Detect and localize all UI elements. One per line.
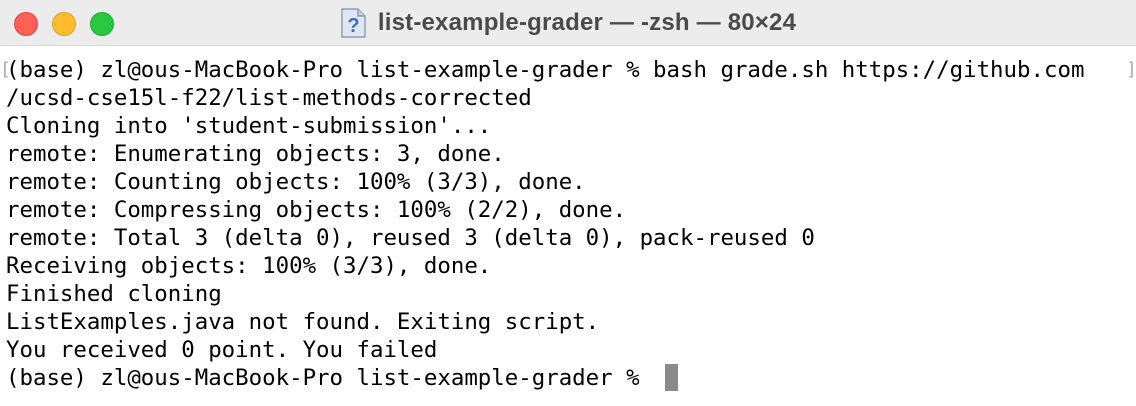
window-title-group: ? list-example-grader — -zsh — 80×24 xyxy=(0,0,1136,46)
line-mark-right: ] xyxy=(1126,59,1136,80)
terminal-line: (base) zl@ous-MacBook-Pro list-example-g… xyxy=(6,57,1085,83)
terminal-window: ? list-example-grader — -zsh — 80×24 [ (… xyxy=(0,0,1136,406)
prompt-text: (base) zl@ous-MacBook-Pro list-example-g… xyxy=(6,365,654,391)
terminal-line: Finished cloning xyxy=(6,281,222,307)
terminal-line: remote: Compressing objects: 100% (2/2),… xyxy=(6,197,627,223)
terminal-output[interactable]: [ (base) zl@ous-MacBook-Pro list-example… xyxy=(0,56,1136,406)
terminal-line: You received 0 point. You failed xyxy=(6,337,438,363)
svg-text:?: ? xyxy=(347,15,359,37)
window-title: list-example-grader — -zsh — 80×24 xyxy=(377,9,797,36)
terminal-line: Cloning into 'student-submission'... xyxy=(6,113,492,139)
terminal-line: Receiving objects: 100% (3/3), done. xyxy=(6,253,492,279)
terminal-line: remote: Counting objects: 100% (3/3), do… xyxy=(6,169,586,195)
terminal-line: /ucsd-cse15l-f22/list-methods-corrected xyxy=(6,85,532,111)
terminal-line: ListExamples.java not found. Exiting scr… xyxy=(6,309,600,335)
title-bar[interactable]: ? list-example-grader — -zsh — 80×24 xyxy=(0,0,1136,46)
text-cursor xyxy=(665,364,679,391)
terminal-line: remote: Total 3 (delta 0), reused 3 (del… xyxy=(6,225,815,251)
document-question-icon[interactable]: ? xyxy=(340,8,366,38)
terminal-line: remote: Enumerating objects: 3, done. xyxy=(6,141,505,167)
prompt-line[interactable]: (base) zl@ous-MacBook-Pro list-example-g… xyxy=(6,364,679,392)
